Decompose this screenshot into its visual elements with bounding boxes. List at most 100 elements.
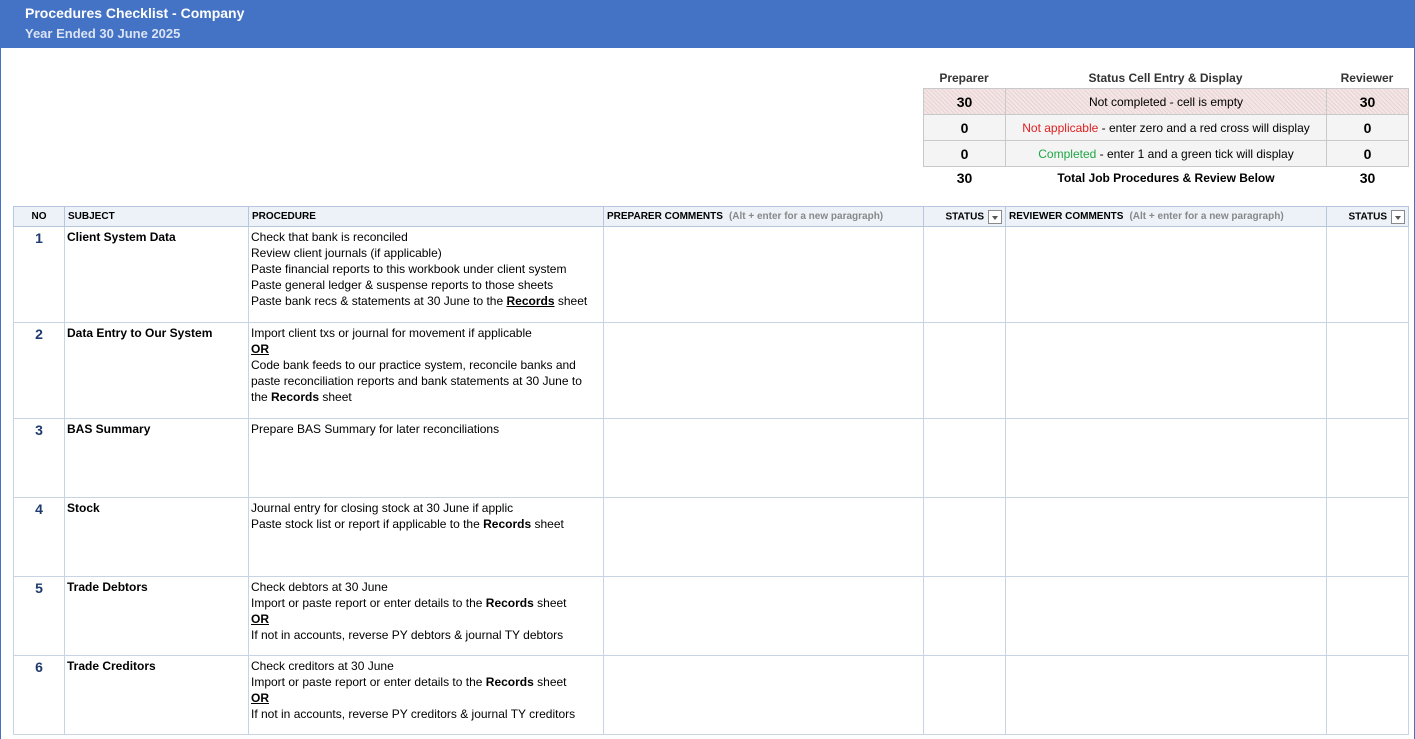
reviewer-comments-cell[interactable] (1005, 418, 1327, 498)
preparer-status-cell[interactable] (923, 655, 1006, 735)
procedure-line: Import client txs or journal for movemen… (251, 326, 532, 340)
row-number: 6 (13, 655, 65, 735)
records-label: Records (271, 390, 320, 404)
text: sheet (319, 390, 352, 404)
records-label: Records (485, 675, 534, 689)
sheet-title: Procedures Checklist - Company (25, 5, 245, 21)
table-row: 2 Data Entry to Our System Import client… (13, 322, 1409, 419)
row-number: 2 (13, 322, 65, 419)
sheet-header: Procedures Checklist - Company Year Ende… (0, 0, 1415, 48)
status-label: STATUS (1348, 211, 1387, 223)
records-label: Records (483, 517, 532, 531)
procedure-line: If not in accounts, reverse PY debtors &… (251, 628, 564, 642)
col-header-status: STATUS (923, 206, 1006, 227)
preparer-comments-cell[interactable] (603, 226, 924, 323)
procedure-line: Review client journals (if applicable) (251, 246, 442, 260)
summary-reviewer-count[interactable]: 0 (1326, 140, 1409, 167)
preparer-comments-cell[interactable] (603, 655, 924, 735)
summary-preparer-count[interactable]: 0 (923, 140, 1006, 167)
status-label: Not completed - cell is empty (1088, 94, 1244, 109)
reviewer-comments-cell[interactable] (1005, 576, 1327, 656)
procedure-line: Paste general ledger & suspense reports … (251, 278, 554, 292)
row-number: 3 (13, 418, 65, 498)
row-subject: BAS Summary (64, 418, 249, 498)
col-header-review-status: STATUS (1326, 206, 1409, 227)
row-subject: Data Entry to Our System (64, 322, 249, 419)
status-label: STATUS (945, 211, 984, 223)
col-header-no: NO (13, 206, 65, 227)
preparer-status-cell[interactable] (923, 497, 1006, 577)
text: Import or paste report or enter details … (251, 675, 486, 689)
filter-dropdown-icon[interactable] (988, 209, 1002, 224)
preparer-comments-cell[interactable] (603, 418, 924, 498)
procedure-line: Check that bank is reconciled (251, 230, 408, 244)
procedure-line: Import or paste report or enter details … (251, 595, 601, 611)
not-applicable-label: Not applicable (1022, 120, 1099, 135)
row-number: 5 (13, 576, 65, 656)
preparer-comments-cell[interactable] (603, 322, 924, 419)
col-header-reviewer-comments: REVIEWER COMMENTS (Alt + enter for a new … (1005, 206, 1327, 227)
procedures-table: NO SUBJECT PROCEDURE PREPARER COMMENTS (A… (13, 206, 1409, 735)
preparer-status-cell[interactable] (923, 418, 1006, 498)
filter-dropdown-icon[interactable] (1391, 209, 1405, 224)
procedure-line: Code bank feeds to our practice system, … (251, 358, 576, 372)
preparer-comments-cell[interactable] (603, 576, 924, 656)
reviewer-status-cell[interactable] (1326, 418, 1409, 498)
text: sheet (533, 596, 567, 610)
summary-preparer-count[interactable]: 0 (923, 114, 1006, 141)
reviewer-comments-cell[interactable] (1005, 226, 1327, 323)
or-label: OR (251, 691, 269, 705)
preparer-status-cell[interactable] (923, 226, 1006, 323)
table-row: 3 BAS Summary Prepare BAS Summary for la… (13, 418, 1409, 498)
row-procedure: Check debtors at 30 June Import or paste… (248, 576, 604, 656)
summary-status-heading: Status Cell Entry & Display (1088, 71, 1243, 85)
col-header-subject: SUBJECT (64, 206, 249, 227)
procedure-line: If not in accounts, reverse PY creditors… (251, 707, 576, 721)
text: sheet (531, 517, 564, 531)
row-procedure: Check that bank is reconciled Review cli… (248, 226, 604, 323)
summary-row-not-completed: 30 Not completed - cell is empty 30 (923, 88, 1409, 115)
col-header-preparer-comments: PREPARER COMMENTS (Alt + enter for a new … (603, 206, 924, 227)
status-description: - enter zero and a red cross will displa… (1098, 120, 1310, 135)
reviewer-comments-label: REVIEWER COMMENTS (1009, 211, 1124, 222)
summary-status-text: Not applicable - enter zero and a red cr… (1005, 114, 1327, 141)
status-summary-table: 30 Not completed - cell is empty 30 0 No… (923, 88, 1409, 189)
text: Paste bank recs & statements at 30 June … (251, 294, 507, 308)
sheet-subtitle: Year Ended 30 June 2025 (25, 26, 181, 41)
reviewer-comments-cell[interactable] (1005, 655, 1327, 735)
procedure-line: Check debtors at 30 June (251, 580, 388, 594)
reviewer-comments-cell[interactable] (1005, 322, 1327, 419)
summary-row-not-applicable: 0 Not applicable - enter zero and a red … (923, 114, 1409, 141)
reviewer-status-cell[interactable] (1326, 322, 1409, 419)
row-number: 4 (13, 497, 65, 577)
preparer-status-cell[interactable] (923, 322, 1006, 419)
procedure-line: Paste stock list or report if applicable… (251, 516, 601, 532)
summary-preparer-count[interactable]: 30 (923, 88, 1006, 115)
summary-reviewer-count[interactable]: 30 (1326, 88, 1409, 115)
total-preparer-count: 30 (923, 166, 1006, 189)
summary-status-text: Completed - enter 1 and a green tick wil… (1005, 140, 1327, 167)
table-row: 4 Stock Journal entry for closing stock … (13, 497, 1409, 577)
text: Paste stock list or report if applicable… (251, 517, 484, 531)
procedure-line: Import or paste report or enter details … (251, 674, 601, 690)
summary-reviewer-count[interactable]: 0 (1326, 114, 1409, 141)
reviewer-status-cell[interactable] (1326, 655, 1409, 735)
summary-status-text: Not completed - cell is empty (1005, 88, 1327, 115)
table-row: 1 Client System Data Check that bank is … (13, 226, 1409, 323)
records-link: Records (506, 294, 555, 308)
reviewer-comments-cell[interactable] (1005, 497, 1327, 577)
text: the (251, 390, 272, 404)
preparer-comments-cell[interactable] (603, 497, 924, 577)
reviewer-status-cell[interactable] (1326, 576, 1409, 656)
row-subject: Trade Debtors (64, 576, 249, 656)
row-number: 1 (13, 226, 65, 323)
preparer-comments-label: PREPARER COMMENTS (607, 211, 723, 222)
table-header-row: NO SUBJECT PROCEDURE PREPARER COMMENTS (A… (13, 206, 1409, 227)
reviewer-status-cell[interactable] (1326, 497, 1409, 577)
procedure-line: Paste bank recs & statements at 30 June … (251, 293, 601, 309)
row-procedure: Journal entry for closing stock at 30 Ju… (248, 497, 604, 577)
preparer-comments-hint: (Alt + enter for a new paragraph) (728, 211, 884, 222)
preparer-status-cell[interactable] (923, 576, 1006, 656)
text: sheet (554, 294, 588, 308)
reviewer-status-cell[interactable] (1326, 226, 1409, 323)
